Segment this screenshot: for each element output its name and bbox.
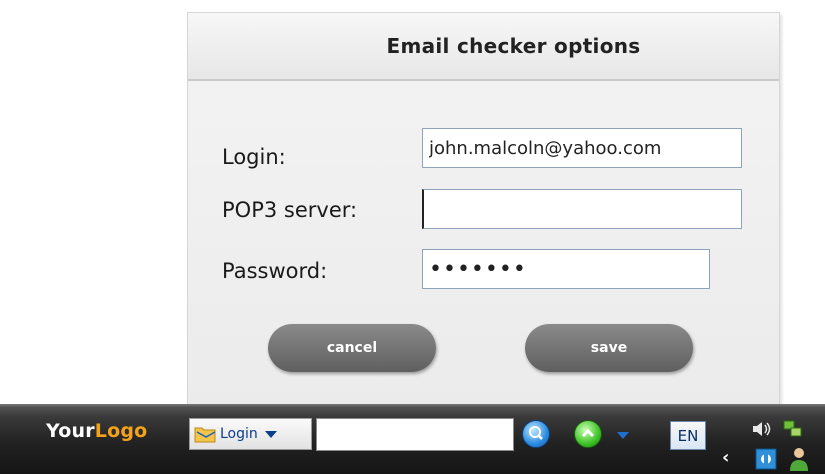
folder-icon (194, 427, 216, 443)
search-icon[interactable] (522, 420, 550, 448)
login-input[interactable] (422, 128, 742, 168)
login-dropdown[interactable]: Login (189, 418, 312, 450)
speaker-icon[interactable] (750, 418, 772, 440)
up-arrow-glyph (581, 428, 595, 438)
dialog-header: Email checker options (188, 13, 779, 81)
pop3-server-input[interactable] (422, 189, 742, 229)
logo-text-your: Your (46, 420, 95, 442)
password-label: Password: (222, 259, 328, 283)
login-label: Login: (222, 145, 286, 169)
login-dropdown-label: Login (220, 426, 258, 442)
taskbar-search-input[interactable] (316, 418, 514, 451)
magnifier-glyph (529, 426, 543, 440)
show-hidden-icons-chevron[interactable]: ‹ (722, 448, 729, 468)
network-icon[interactable] (782, 418, 804, 440)
chevron-down-icon (264, 430, 277, 438)
dialog-title: Email checker options (386, 34, 641, 58)
cancel-button[interactable]: cancel (268, 324, 436, 372)
logo-text-brand: Logo (94, 420, 148, 442)
user-icon[interactable] (787, 446, 811, 472)
go-up-icon[interactable] (574, 420, 602, 448)
taskbar-border (0, 404, 825, 408)
password-input[interactable] (422, 249, 710, 289)
language-indicator[interactable]: EN (670, 421, 706, 450)
app-icon[interactable] (755, 448, 777, 470)
more-options-arrow-icon[interactable] (617, 432, 629, 439)
email-checker-dialog: Email checker options Login: POP3 server… (187, 12, 780, 409)
save-button[interactable]: save (525, 324, 693, 372)
pop3-server-label: POP3 server: (222, 198, 358, 222)
logo: YourLogo (46, 420, 147, 442)
